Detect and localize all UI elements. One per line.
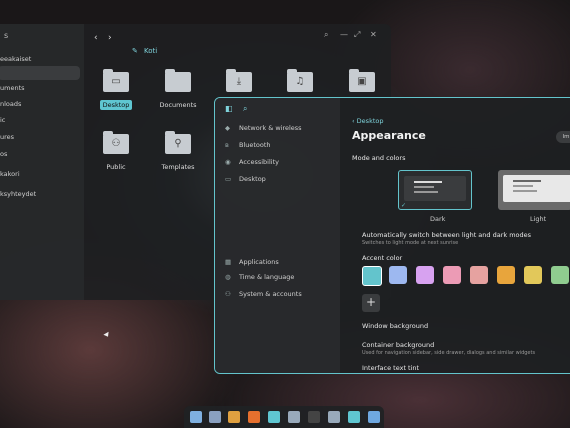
page-title: Appearance [352, 129, 426, 142]
sidebar-item-pictures[interactable]: ures [0, 130, 84, 144]
settings-window[interactable]: ◧ ⌕ ◆ Network & wireless ʙ Bluetooth ◉ Acce… [214, 97, 570, 374]
minimize-icon[interactable]: — [340, 30, 348, 39]
mode-dark-label: Dark [430, 215, 446, 223]
back-link[interactable]: ‹ Desktop [352, 117, 383, 125]
breadcrumb[interactable]: Koti [144, 47, 157, 55]
sidebar-item-recent[interactable]: eeakaiset [0, 52, 84, 66]
calculator-icon[interactable] [368, 411, 380, 423]
mode-light-label: Light [530, 215, 547, 223]
settings-icon[interactable] [348, 411, 360, 423]
bluetooth-icon: ʙ [225, 141, 229, 149]
accent-swatch-0[interactable] [362, 266, 382, 286]
sidebar-item-network[interactable]: ksyhteydet [0, 187, 84, 201]
public-folder-icon: ⚇ [103, 131, 129, 154]
globe-icon: ◍ [225, 273, 231, 281]
app-grid-icon[interactable] [228, 411, 240, 423]
files-icon[interactable] [268, 411, 280, 423]
firefox-icon[interactable] [248, 411, 260, 423]
maximize-icon[interactable]: ⤢ [354, 30, 360, 40]
sidebar-item-downloads[interactable]: nloads [0, 97, 84, 111]
auto-switch-label: Automatically switch between light and d… [362, 231, 532, 239]
folder-pictures[interactable]: ▣ [332, 69, 391, 92]
sidebar-item-music[interactable]: ic [0, 113, 84, 127]
accessibility-icon: ◉ [225, 158, 231, 166]
interface-text-tint-label[interactable]: Interface text tint [362, 364, 419, 372]
container-background-sub: Used for navigation sidebar, side drawer… [362, 350, 536, 356]
users-icon: ⚇ [225, 290, 231, 298]
pencil-icon[interactable]: ✎ [132, 47, 138, 55]
store-icon[interactable] [328, 411, 340, 423]
nav-desktop[interactable]: ▭ Desktop [221, 172, 336, 186]
desktop-icon: ▭ [225, 175, 232, 183]
folder-desktop[interactable]: ▭ Desktop [86, 69, 146, 111]
sidebar-item-home[interactable] [0, 66, 80, 80]
close-icon[interactable]: ✕ [370, 30, 377, 39]
sidebar-item-documents[interactable]: uments [0, 81, 84, 95]
settings-main: ‹ Desktop Appearance Im Mode and colors … [340, 98, 570, 373]
search-icon[interactable]: ⌕ [243, 104, 247, 114]
accent-swatch-7[interactable] [551, 266, 569, 284]
back-button[interactable]: ‹ [94, 33, 98, 43]
folder-templates[interactable]: ⚲ Templates [148, 131, 208, 173]
import-button[interactable]: Im [556, 131, 570, 143]
window-background-label[interactable]: Window background [362, 322, 428, 330]
launcher-icon[interactable] [190, 411, 202, 423]
editor-icon[interactable] [288, 411, 300, 423]
settings-sidebar: ◧ ⌕ ◆ Network & wireless ʙ Bluetooth ◉ Acce… [215, 98, 340, 373]
folder-music[interactable]: ♫ [270, 69, 330, 92]
sidebar-toggle-icon[interactable]: ◧ [225, 104, 233, 113]
file-manager-sidebar: s eeakaiset uments nloads ic ures os kak… [0, 24, 84, 300]
mouse-cursor [103, 331, 111, 339]
add-accent-button[interactable]: + [362, 294, 380, 312]
accent-swatch-2[interactable] [416, 266, 434, 284]
accent-swatch-1[interactable] [389, 266, 407, 284]
nav-network[interactable]: ◆ Network & wireless [221, 121, 336, 135]
nav-time-language[interactable]: ◍ Time & language [221, 270, 336, 284]
check-icon: ✓ [401, 202, 407, 209]
templates-folder-icon: ⚲ [165, 131, 191, 154]
accent-swatch-6[interactable] [524, 266, 542, 284]
nav-bluetooth[interactable]: ʙ Bluetooth [221, 138, 336, 152]
downloads-folder-icon: ⤓ [226, 69, 252, 92]
nav-applications[interactable]: ▦ Applications [221, 255, 336, 269]
file-manager-toolbar: ‹ › ⌕ — ⤢ ✕ [84, 24, 391, 52]
workspaces-icon[interactable] [209, 411, 221, 423]
section-mode-colors: Mode and colors [352, 154, 406, 162]
terminal-icon[interactable] [308, 411, 320, 423]
mode-light-thumbnail[interactable] [498, 170, 570, 210]
desktop-folder-icon: ▭ [103, 69, 129, 92]
dock [184, 406, 384, 428]
music-folder-icon: ♫ [287, 69, 313, 92]
pictures-folder-icon: ▣ [349, 69, 375, 92]
nav-accessibility[interactable]: ◉ Accessibility [221, 155, 336, 169]
file-manager-title: s [4, 31, 9, 40]
nav-system-accounts[interactable]: ⚇ System & accounts [221, 287, 336, 301]
container-background-label[interactable]: Container background [362, 341, 434, 349]
folder-documents[interactable]: Documents [148, 69, 208, 111]
auto-switch-sub: Switches to light mode at next sunrise [362, 240, 459, 246]
accent-swatch-5[interactable] [497, 266, 515, 284]
accent-color-label: Accent color [362, 254, 403, 262]
folder-public[interactable]: ⚇ Public [86, 131, 146, 173]
accent-swatch-3[interactable] [443, 266, 461, 284]
sidebar-item-trash[interactable]: kakori [0, 167, 84, 181]
sidebar-item-videos[interactable]: os [0, 147, 84, 161]
folder-downloads[interactable]: ⤓ [209, 69, 269, 92]
accent-swatch-4[interactable] [470, 266, 488, 284]
search-icon[interactable]: ⌕ [324, 30, 328, 40]
documents-folder-icon [165, 69, 191, 92]
forward-button[interactable]: › [108, 33, 112, 43]
wifi-icon: ◆ [225, 124, 230, 132]
mode-dark-thumbnail[interactable]: ✓ [398, 170, 472, 210]
apps-icon: ▦ [225, 258, 232, 266]
